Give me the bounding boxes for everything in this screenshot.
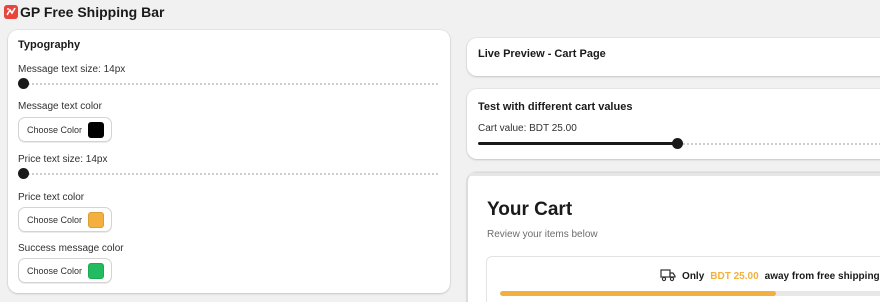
cart-title: Your Cart xyxy=(487,199,573,220)
truck-icon xyxy=(660,268,676,285)
shipping-progress-fill xyxy=(500,291,776,296)
app-header: GP Free Shipping Bar xyxy=(4,3,164,21)
success-color-label: Success message color xyxy=(18,243,124,254)
price-color-button[interactable]: Choose Color xyxy=(18,207,113,232)
live-preview-card: Live Preview - Cart Page xyxy=(467,38,880,76)
slider-track xyxy=(23,83,439,85)
shipping-msg-prefix: Only xyxy=(682,271,705,282)
slider-track xyxy=(23,173,439,175)
message-color-label: Message text color xyxy=(18,101,102,112)
price-color-swatch xyxy=(88,211,105,228)
message-color-button[interactable]: Choose Color xyxy=(18,117,113,142)
test-cart-card: Test with different cart values Cart val… xyxy=(467,89,880,159)
slider-fill xyxy=(478,142,678,145)
test-heading: Test with different cart values xyxy=(478,101,633,113)
live-preview-heading: Live Preview - Cart Page xyxy=(478,48,606,60)
slider-thumb[interactable] xyxy=(672,138,684,149)
typography-card: Typography Message text size: 14px Messa… xyxy=(8,30,450,293)
price-size-label: Price text size: 14px xyxy=(18,154,108,165)
free-shipping-bar: Only BDT 25.00 away from free shipping! xyxy=(486,256,880,302)
success-color-swatch xyxy=(88,262,105,279)
cart-preview: Your Cart Review your items below Only B… xyxy=(467,172,880,302)
cart-value-slider[interactable] xyxy=(478,137,880,151)
app-logo-icon xyxy=(4,5,18,19)
slider-thumb[interactable] xyxy=(18,78,29,89)
price-color-label: Price text color xyxy=(18,192,85,203)
typography-heading: Typography xyxy=(18,39,81,51)
message-color-swatch xyxy=(88,121,105,138)
choose-color-label: Choose Color xyxy=(27,214,83,225)
cart-subtitle: Review your items below xyxy=(487,229,598,240)
success-color-button[interactable]: Choose Color xyxy=(18,258,113,283)
shipping-msg-suffix: away from free shipping! xyxy=(764,271,880,282)
shipping-message: Only BDT 25.00 away from free shipping! xyxy=(660,268,880,285)
message-size-slider[interactable] xyxy=(18,77,439,91)
shipping-msg-price: BDT 25.00 xyxy=(710,271,759,282)
slider-thumb[interactable] xyxy=(18,168,29,179)
cart-value-label: Cart value: BDT 25.00 xyxy=(478,123,577,134)
price-size-slider[interactable] xyxy=(18,167,439,181)
shipping-progress-bar xyxy=(500,291,880,296)
preview-frame-bar xyxy=(468,173,880,176)
choose-color-label: Choose Color xyxy=(27,265,83,276)
app-title: GP Free Shipping Bar xyxy=(20,4,165,20)
choose-color-label: Choose Color xyxy=(27,124,83,135)
message-size-label: Message text size: 14px xyxy=(18,64,126,75)
